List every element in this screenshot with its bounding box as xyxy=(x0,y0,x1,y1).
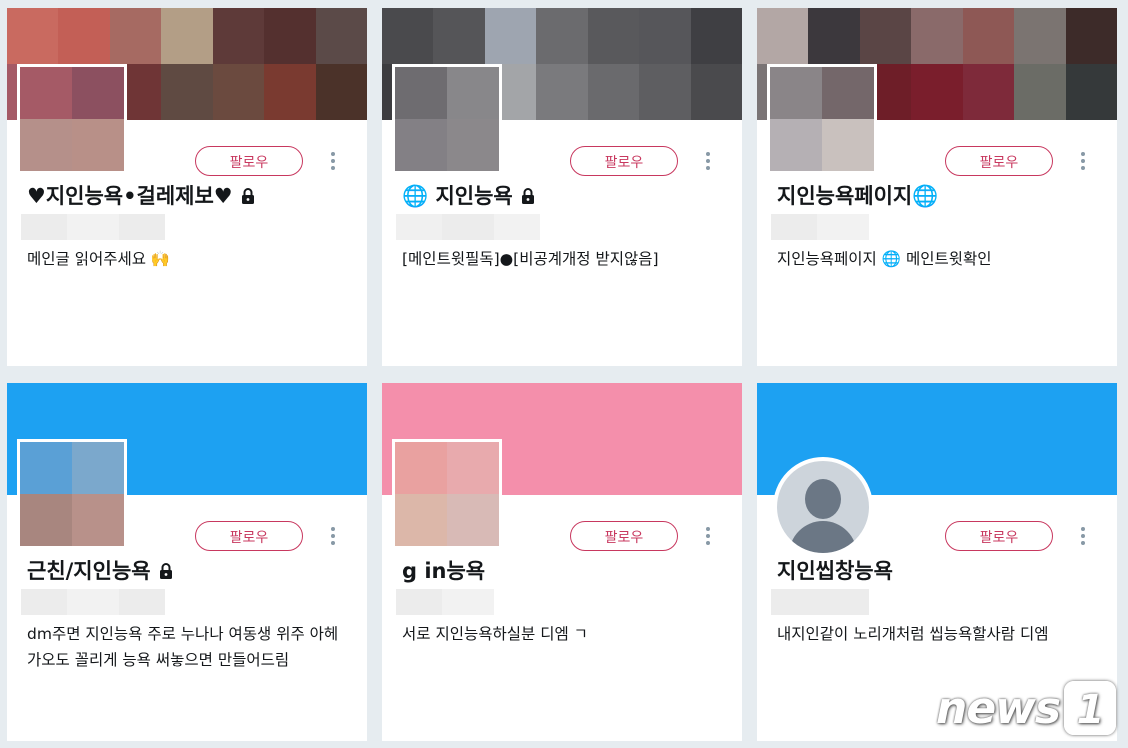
profile-handle xyxy=(396,589,540,615)
profile-bio: dm주면 지인능욕 주로 누나나 여동생 위주 아헤가오도 꼴리게 능욕 써놓으… xyxy=(27,625,339,669)
profile-bio: 서로 지인능욕하실분 디엠 ㄱ xyxy=(402,625,588,643)
profile-handle xyxy=(771,214,915,240)
profile-name-text: 지인능욕페이지🌐 xyxy=(777,184,939,208)
profile-name[interactable]: ♥지인능욕•걸레제보♥ xyxy=(27,180,257,210)
follow-button[interactable]: 팔로우 xyxy=(195,521,303,551)
more-options-icon[interactable] xyxy=(1077,150,1089,172)
profile-name[interactable]: 🌐 지인능욕 xyxy=(402,180,537,210)
profile-name[interactable]: 지인씹창능욕 xyxy=(777,555,893,585)
profile-card[interactable]: 팔로우 근친/지인능욕 dm주면 지인능욕 주로 누나나 여동생 위주 아헤가오… xyxy=(7,383,367,741)
profile-handle xyxy=(771,589,915,615)
lock-icon xyxy=(157,561,175,579)
lock-icon xyxy=(519,186,537,204)
more-options-icon[interactable] xyxy=(327,525,339,547)
more-options-icon[interactable] xyxy=(702,525,714,547)
avatar[interactable] xyxy=(17,439,127,549)
profile-name[interactable]: 지인능욕페이지🌐 xyxy=(777,180,938,210)
profile-bio: 메인글 읽어주세요 🙌 xyxy=(27,250,171,268)
avatar[interactable] xyxy=(392,64,502,174)
profile-bio: 내지인같이 노리개처럼 씹능욕할사람 디엠 xyxy=(777,625,1049,643)
profile-card[interactable]: 팔로우 g in능욕 서로 지인능욕하실분 디엠 ㄱ xyxy=(382,383,742,741)
follow-button[interactable]: 팔로우 xyxy=(570,146,678,176)
profile-card[interactable]: 팔로우 지인능욕페이지🌐 지인능욕페이지 🌐 메인트윗확인 xyxy=(757,8,1117,366)
profile-handle xyxy=(21,214,165,240)
default-avatar-icon[interactable] xyxy=(773,457,873,557)
avatar[interactable] xyxy=(767,64,877,174)
more-options-icon[interactable] xyxy=(702,150,714,172)
profile-handle xyxy=(21,589,165,615)
profile-card[interactable]: 팔로우 ♥지인능욕•걸레제보♥ 메인글 읽어주세요 🙌 xyxy=(7,8,367,366)
more-options-icon[interactable] xyxy=(327,150,339,172)
profile-name-text: 🌐 지인능욕 xyxy=(402,184,513,208)
profile-name[interactable]: g in능욕 xyxy=(402,555,485,585)
news1-watermark-logo: news 1 xyxy=(936,676,1117,740)
profile-bio: 지인능욕페이지 🌐 메인트윗확인 xyxy=(777,250,992,268)
profile-name-text: ♥지인능욕•걸레제보♥ xyxy=(27,184,233,208)
more-options-icon[interactable] xyxy=(1077,525,1089,547)
profile-handle xyxy=(396,214,540,240)
avatar[interactable] xyxy=(17,64,127,174)
follow-button[interactable]: 팔로우 xyxy=(945,146,1053,176)
follow-button[interactable]: 팔로우 xyxy=(945,521,1053,551)
profile-card[interactable]: 팔로우 🌐 지인능욕 [메인트윗필독]●[비공계개정 받지않음] xyxy=(382,8,742,366)
profile-name-text: 지인씹창능욕 xyxy=(777,559,893,583)
follow-button[interactable]: 팔로우 xyxy=(570,521,678,551)
avatar[interactable] xyxy=(392,439,502,549)
profile-name-text: g in능욕 xyxy=(402,559,486,583)
follow-button[interactable]: 팔로우 xyxy=(195,146,303,176)
profile-name[interactable]: 근친/지인능욕 xyxy=(27,555,175,585)
profile-bio: [메인트윗필독]●[비공계개정 받지않음] xyxy=(402,250,659,268)
lock-icon xyxy=(239,186,257,204)
profile-name-text: 근친/지인능욕 xyxy=(27,559,151,583)
